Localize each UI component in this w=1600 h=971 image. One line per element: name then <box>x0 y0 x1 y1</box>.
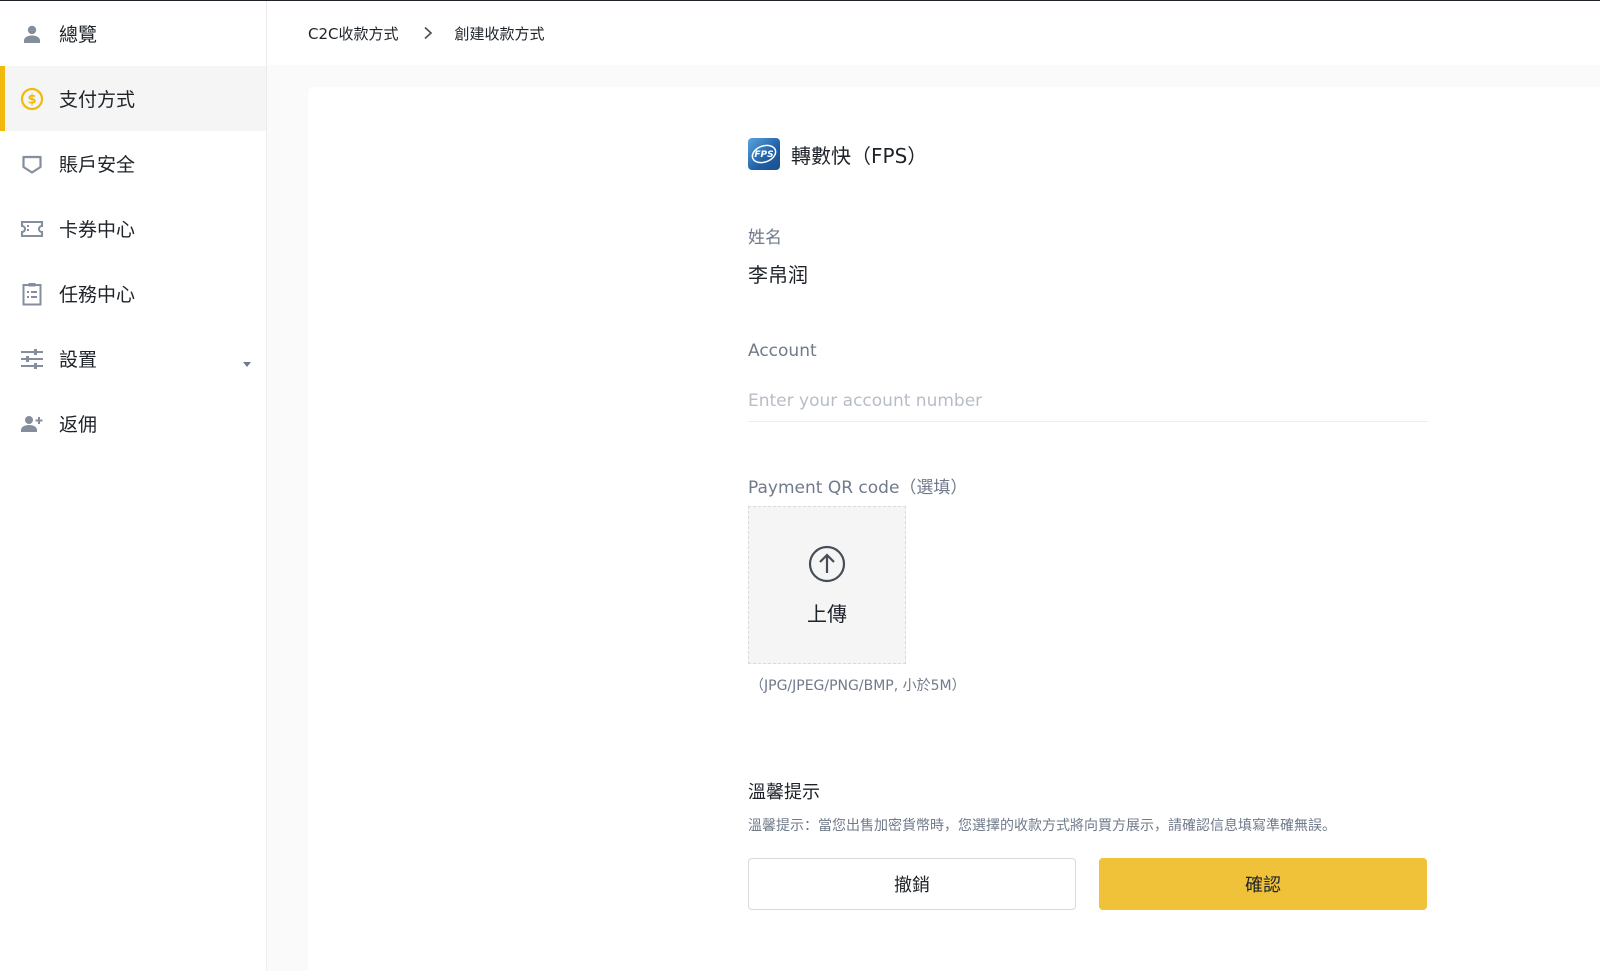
sidebar-item-label: 賬戶安全 <box>59 154 136 176</box>
upload-arrow-icon <box>807 544 847 588</box>
sidebar-item-settings[interactable]: 設置 <box>0 326 266 391</box>
svg-text:$: $ <box>27 92 36 107</box>
sidebar-item-payment-methods[interactable]: $ 支付方式 <box>0 66 266 131</box>
qr-upload-button[interactable]: 上傳 <box>748 506 906 664</box>
payment-method-header: FPS 轉數快（FPS） <box>748 138 927 170</box>
sidebar-item-task-center[interactable]: 任務中心 <box>0 261 266 326</box>
fps-logo-icon: FPS <box>748 138 780 170</box>
confirm-button[interactable]: 確認 <box>1099 858 1427 910</box>
clipboard-list-icon <box>20 282 44 306</box>
sidebar-item-overview[interactable]: 總覽 <box>0 1 266 66</box>
breadcrumb: C2C收款方式 創建收款方式 <box>267 1 1600 65</box>
sidebar-item-label: 返佣 <box>59 414 98 436</box>
sidebar-item-account-security[interactable]: 賬戶安全 <box>0 131 266 196</box>
sidebar-item-referral[interactable]: 返佣 <box>0 391 266 456</box>
tip-text: 溫馨提示：當您出售加密貨幣時，您選擇的收款方式將向買方展示，請確認信息填寫準確無… <box>748 818 1336 834</box>
account-number-input[interactable] <box>748 381 1428 422</box>
payment-method-name: 轉數快（FPS） <box>791 143 928 168</box>
ticket-icon <box>20 217 44 241</box>
user-plus-icon <box>20 412 44 436</box>
svg-text:FPS: FPS <box>754 150 773 160</box>
sidebar: 總覽 $ 支付方式 賬戶安全 卡券中心 任務中心 設置 返佣 <box>0 1 267 971</box>
sidebar-item-coupon-center[interactable]: 卡券中心 <box>0 196 266 261</box>
chevron-right-icon <box>423 26 433 40</box>
qr-code-label: Payment QR code（選填） <box>748 478 968 498</box>
cancel-button[interactable]: 撤銷 <box>748 858 1076 910</box>
dollar-coin-icon: $ <box>20 87 44 111</box>
upload-label: 上傳 <box>807 601 847 626</box>
form-card <box>308 87 1600 971</box>
account-label: Account <box>748 341 817 361</box>
caret-down-icon[interactable] <box>242 354 252 367</box>
breadcrumb-current: 創建收款方式 <box>454 24 545 43</box>
sidebar-item-label: 設置 <box>59 349 98 371</box>
name-value: 李帛润 <box>748 263 808 287</box>
user-icon <box>20 22 44 46</box>
name-label: 姓名 <box>748 228 782 248</box>
sidebar-item-label: 支付方式 <box>59 89 136 111</box>
upload-format-hint: （JPG/JPEG/PNG/BMP, 小於5M） <box>750 678 966 694</box>
shield-icon <box>20 152 44 176</box>
sidebar-item-label: 任務中心 <box>59 284 136 306</box>
sidebar-item-label: 總覽 <box>59 24 98 46</box>
breadcrumb-link-c2c-payment-methods[interactable]: C2C收款方式 <box>308 23 399 44</box>
sliders-icon <box>20 347 44 371</box>
tip-title: 溫馨提示 <box>748 782 820 803</box>
sidebar-item-label: 卡券中心 <box>59 219 136 241</box>
